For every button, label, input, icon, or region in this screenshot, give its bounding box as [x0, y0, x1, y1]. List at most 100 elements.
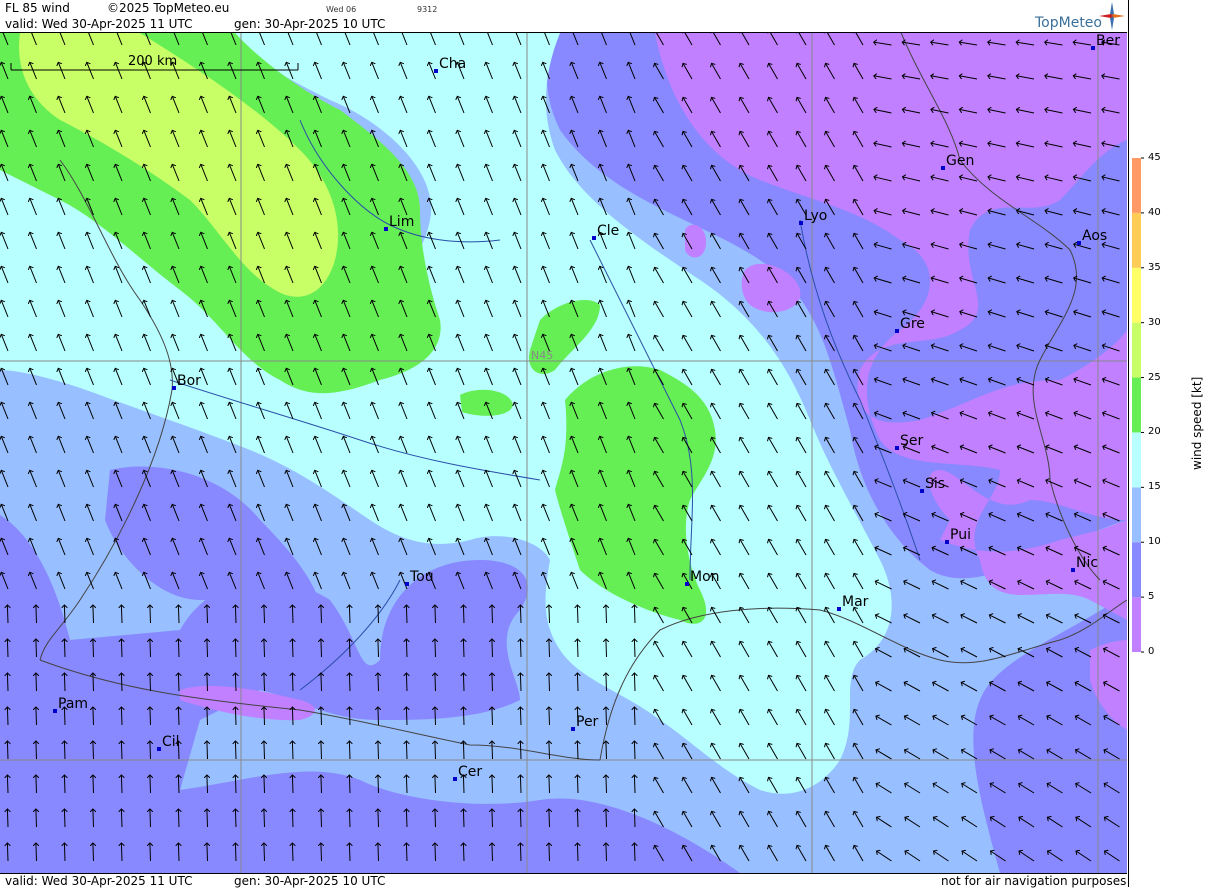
wind-arrow: [321, 741, 322, 760]
wind-arrow: [606, 639, 607, 658]
wind-arrow: [406, 605, 407, 624]
wind-arrow: [492, 673, 493, 692]
wind-arrow: [634, 809, 635, 828]
wind-arrow: [549, 707, 550, 726]
wind-arrow: [463, 809, 464, 828]
wind-arrow: [406, 775, 407, 794]
wind-arrow: [492, 843, 493, 862]
wind-arrow: [178, 775, 179, 794]
wind-arrow: [150, 707, 151, 726]
wind-arrow: [577, 809, 578, 828]
city-label-tou: Tou: [409, 569, 434, 585]
city-label-pui: Pui: [950, 527, 971, 543]
wind-arrow: [406, 639, 407, 658]
city-marker-tou: [405, 582, 409, 586]
wind-arrow: [264, 809, 265, 828]
city-marker-lyo: [799, 221, 803, 225]
wind-arrow: [577, 775, 578, 794]
city-label-mon: Mon: [690, 569, 720, 585]
wind-arrow: [378, 809, 379, 828]
city-marker-ber: [1091, 46, 1095, 50]
wind-arrow: [150, 741, 151, 760]
wind-arrow: [64, 741, 65, 760]
wind-arrow: [378, 775, 379, 794]
wind-arrow: [64, 639, 65, 658]
wind-arrow: [7, 843, 8, 862]
wind-arrow: [292, 775, 293, 794]
wind-arrow: [435, 707, 436, 726]
city-label-bor: Bor: [177, 373, 201, 389]
wind-arrow: [378, 673, 379, 692]
legend-tick-label: 20: [1148, 426, 1161, 438]
wind-arrow: [178, 843, 179, 862]
city-marker-cha: [434, 69, 438, 73]
legend-band: [1132, 542, 1141, 598]
wind-arrow: [406, 741, 407, 760]
wind-arrow: [93, 843, 94, 862]
wind-arrow: [64, 809, 65, 828]
city-marker-nic: [1071, 568, 1075, 572]
city-marker-bor: [172, 386, 176, 390]
wind-arrow: [520, 707, 521, 726]
wind-arrow: [549, 673, 550, 692]
wind-arrow: [150, 775, 151, 794]
wind-arrow: [150, 605, 151, 624]
wind-arrow: [7, 605, 8, 624]
wind-arrow: [435, 809, 436, 828]
wind-arrow: [435, 673, 436, 692]
wind-arrow: [93, 741, 94, 760]
wind-arrow: [634, 707, 635, 726]
wind-arrow: [378, 843, 379, 862]
wind-arrow: [577, 741, 578, 760]
wind-arrow: [292, 809, 293, 828]
legend-title: wind speed [kt]: [1190, 376, 1204, 470]
wind-map[interactable]: 200 km N45 Cha Ber Gen Lim Cle Lyo Aos Gre Bor Se…: [0, 33, 1127, 873]
wind-arrow: [435, 775, 436, 794]
city-label-cle: Cle: [597, 223, 619, 239]
wind-arrow: [235, 605, 236, 624]
wind-arrow: [292, 639, 293, 658]
wind-arrow: [463, 605, 464, 624]
wind-arrow: [492, 809, 493, 828]
wind-arrow: [207, 843, 208, 862]
wind-arrow: [492, 707, 493, 726]
wind-arrow: [321, 639, 322, 658]
wind-arrow: [36, 775, 37, 794]
city-marker-per: [571, 727, 575, 731]
wind-arrow: [7, 639, 8, 658]
legend-band: [1132, 267, 1141, 323]
legend-tick-label: 15: [1148, 481, 1161, 493]
city-marker-gen: [941, 166, 945, 170]
city-label-aos: Aos: [1082, 228, 1107, 244]
wind-arrow: [36, 673, 37, 692]
wind-arrow: [606, 741, 607, 760]
wind-arrow: [549, 775, 550, 794]
city-label-cer: Cer: [458, 764, 482, 780]
code-small: 9312: [417, 5, 438, 14]
wind-arrow: [292, 707, 293, 726]
city-label-lyo: Lyo: [804, 208, 827, 224]
wind-arrow: [492, 639, 493, 658]
wind-arrow: [121, 605, 122, 624]
wind-arrow: [321, 809, 322, 828]
wind-arrow: [492, 741, 493, 760]
wind-arrow: [7, 673, 8, 692]
city-marker-sis: [920, 489, 924, 493]
wind-arrow: [207, 809, 208, 828]
city-label-lim: Lim: [389, 214, 414, 230]
wind-arrow: [178, 707, 179, 726]
wind-arrow: [378, 605, 379, 624]
city-label-nic: Nic: [1076, 555, 1098, 571]
wind-arrow: [264, 741, 265, 760]
city-label-gre: Gre: [900, 316, 925, 332]
wind-arrow: [235, 741, 236, 760]
wind-arrow: [93, 809, 94, 828]
legend-tick-label: 0: [1148, 646, 1155, 657]
wind-arrow: [64, 843, 65, 862]
wind-arrow: [121, 639, 122, 658]
wind-arrow: [378, 741, 379, 760]
wind-arrow: [634, 639, 635, 658]
wind-arrow: [207, 605, 208, 624]
wind-arrow: [321, 843, 322, 862]
wind-arrow: [7, 707, 8, 726]
